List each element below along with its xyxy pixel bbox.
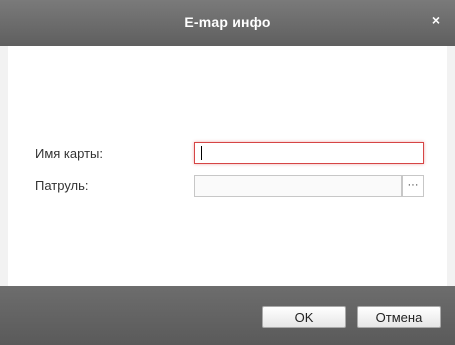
map-name-label: Имя карты: [35, 146, 103, 161]
patrol-input[interactable] [194, 175, 402, 197]
close-icon[interactable]: × [428, 12, 444, 28]
map-name-input[interactable] [194, 142, 424, 164]
cancel-button[interactable]: Отмена [357, 306, 441, 328]
dialog-titlebar[interactable]: E-map инфо × [0, 0, 455, 46]
dialog-content: Имя карты: Патруль: ··· [8, 46, 447, 286]
ok-button[interactable]: OK [262, 306, 346, 328]
ellipsis-icon: ··· [407, 179, 419, 191]
dialog-title: E-map инфо [184, 14, 271, 30]
browse-patrol-button[interactable]: ··· [402, 175, 424, 197]
emap-info-dialog: E-map инфо × Имя карты: Патруль: ··· OK … [0, 0, 455, 345]
text-cursor [201, 146, 202, 160]
dialog-footer: OK Отмена [0, 286, 455, 345]
patrol-label: Патруль: [35, 178, 89, 193]
